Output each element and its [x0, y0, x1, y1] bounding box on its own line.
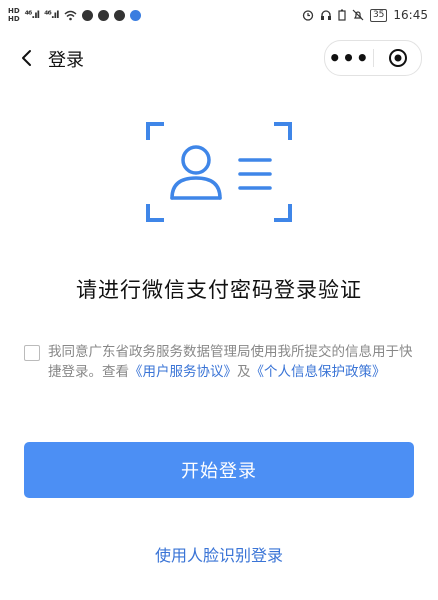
signal-icon: ⁴⁶.ıl — [44, 9, 59, 21]
hd-indicator: HD HD — [8, 7, 20, 23]
face-recognition-login-link[interactable]: 使用人脸识别登录 — [0, 542, 438, 566]
agreement-text: 我同意广东省政务服务数据管理局使用我所提交的信息用于快捷登录。查看《用户服务协议… — [48, 342, 420, 382]
hd-label: HD — [8, 15, 20, 23]
battery-indicator: 35 — [369, 8, 388, 22]
battery-saver-icon — [338, 9, 346, 21]
status-bar: HD HD ⁴⁶.ıl ⁴⁶.ıl 35 16:45 — [0, 0, 438, 30]
hd-label: HD — [8, 7, 20, 15]
navigation-bar: 登录 ••• — [0, 36, 438, 80]
user-service-agreement-link[interactable]: 《用户服务协议》 — [129, 364, 237, 380]
status-right: 35 16:45 — [302, 8, 438, 22]
clock: 16:45 — [393, 8, 428, 22]
verification-headline: 请进行微信支付密码登录验证 — [76, 278, 362, 302]
identity-scan-icon — [146, 122, 292, 222]
back-button[interactable] — [14, 44, 38, 72]
agreement-and: 及 — [237, 364, 251, 380]
start-login-button[interactable]: 开始登录 — [24, 442, 414, 498]
close-miniprogram-button[interactable] — [374, 41, 421, 75]
app-notification-icon — [113, 9, 125, 21]
app-notification-icon — [81, 9, 93, 21]
signal-icon: ⁴⁶.ıl — [24, 9, 40, 21]
target-circle-icon — [388, 49, 407, 67]
agreement-checkbox[interactable] — [24, 345, 40, 361]
miniprogram-capsule: ••• — [324, 40, 422, 76]
alarm-icon — [302, 10, 314, 21]
status-left: HD HD ⁴⁶.ıl ⁴⁶.ıl — [0, 7, 141, 23]
headphones-icon — [320, 10, 331, 20]
more-icon: ••• — [328, 46, 370, 70]
more-button[interactable]: ••• — [325, 41, 373, 75]
privacy-policy-link[interactable]: 《个人信息保护政策》 — [251, 364, 386, 380]
agreement-row: 我同意广东省政务服务数据管理局使用我所提交的信息用于快捷登录。查看《用户服务协议… — [24, 342, 420, 382]
page-title: 登录 — [48, 50, 84, 71]
app-notification-icon — [97, 9, 109, 21]
chevron-left-icon — [22, 50, 31, 66]
app-notification-icon — [129, 9, 141, 21]
mute-icon — [352, 9, 364, 21]
wifi-icon — [64, 10, 77, 20]
